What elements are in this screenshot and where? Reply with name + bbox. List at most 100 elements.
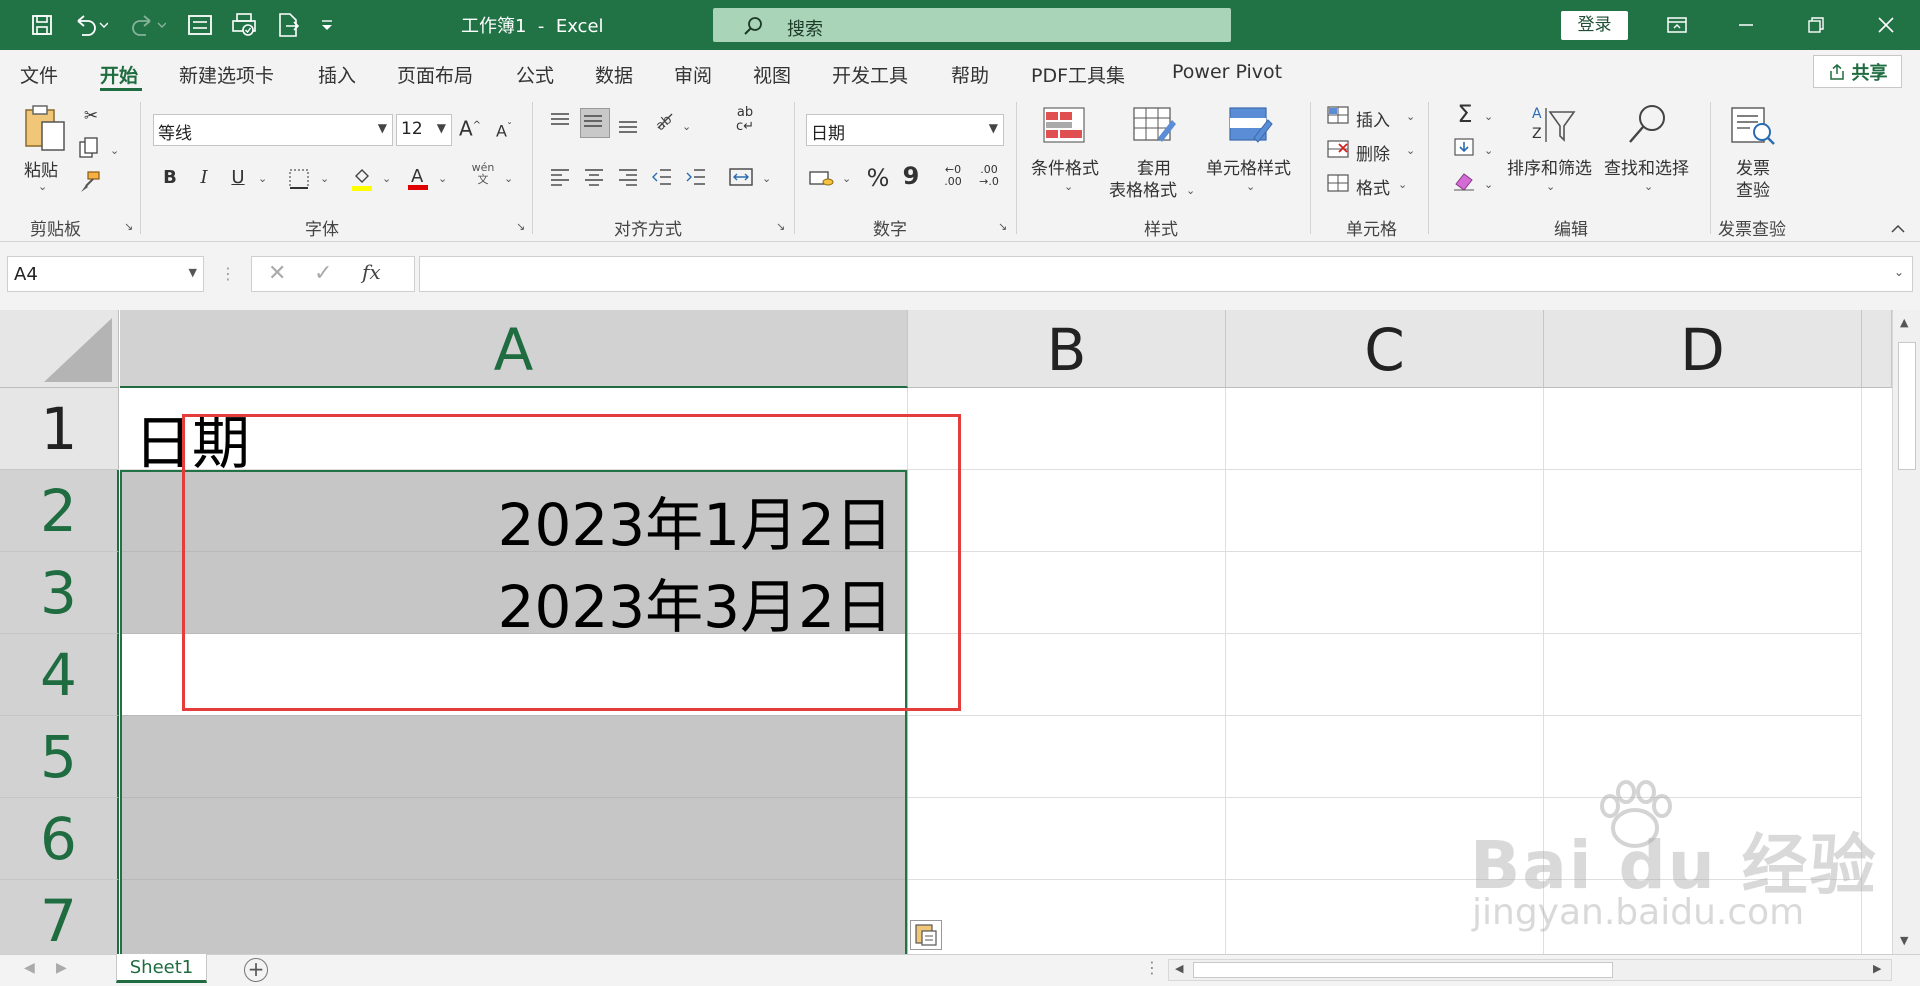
- cond-format-dropdown-icon[interactable]: ⌄: [1064, 180, 1073, 193]
- find-select-label[interactable]: 查找和选择: [1604, 154, 1689, 179]
- number-launcher-icon[interactable]: ↘: [998, 220, 1007, 233]
- align-middle-icon[interactable]: [580, 108, 610, 138]
- confirm-entry-icon[interactable]: ✓: [314, 261, 332, 286]
- tab-view[interactable]: 视图: [753, 61, 791, 88]
- sheet-tab-sheet1[interactable]: Sheet1: [116, 954, 207, 983]
- conditional-formatting-label[interactable]: 条件格式: [1031, 154, 1099, 179]
- sort-filter-dropdown-icon[interactable]: ⌄: [1546, 180, 1555, 193]
- phonetic-dropdown-icon[interactable]: ⌄: [504, 172, 513, 185]
- add-sheet-icon[interactable]: +: [244, 958, 268, 982]
- share-button[interactable]: 共享: [1813, 55, 1902, 88]
- fill-color-icon[interactable]: [350, 166, 376, 192]
- fill-icon[interactable]: [1452, 136, 1478, 158]
- cell-d3[interactable]: [1544, 552, 1862, 634]
- number-format-combo[interactable]: 日期 ▼: [806, 114, 1004, 146]
- accounting-dropdown-icon[interactable]: ⌄: [842, 172, 851, 185]
- tab-insert[interactable]: 插入: [318, 61, 356, 88]
- cell-b4[interactable]: [908, 634, 1226, 716]
- ribbon-display-options-icon[interactable]: [1647, 0, 1707, 50]
- cancel-entry-icon[interactable]: ✕: [268, 261, 286, 286]
- print-preview-icon[interactable]: [228, 10, 260, 40]
- align-center-icon[interactable]: [582, 166, 608, 188]
- column-header-b[interactable]: B: [908, 310, 1226, 388]
- cell-c2[interactable]: [1226, 470, 1544, 552]
- align-right-icon[interactable]: [616, 166, 642, 188]
- insert-cells-icon[interactable]: [1326, 104, 1352, 126]
- paste-dropdown-icon[interactable]: ⌄: [38, 180, 47, 193]
- cell-d2[interactable]: [1544, 470, 1862, 552]
- borders-dropdown-icon[interactable]: ⌄: [320, 172, 329, 185]
- tab-pdf-tools[interactable]: PDF工具集: [1031, 61, 1125, 88]
- cell-d6[interactable]: [1544, 798, 1862, 880]
- alignment-launcher-icon[interactable]: ↘: [776, 220, 785, 233]
- increase-decimal-icon[interactable]: ←0.00: [938, 164, 968, 188]
- accounting-format-icon[interactable]: [808, 166, 836, 188]
- scroll-left-icon[interactable]: ◀: [1175, 962, 1183, 975]
- tab-developer[interactable]: 开发工具: [832, 61, 908, 88]
- cell-a1[interactable]: 日期: [120, 388, 908, 470]
- scroll-up-icon[interactable]: ▲: [1900, 316, 1908, 329]
- find-select-dropdown-icon[interactable]: ⌄: [1644, 180, 1653, 193]
- tab-home[interactable]: 开始: [100, 61, 138, 88]
- format-dropdown-icon[interactable]: ⌄: [1398, 178, 1407, 191]
- cell-a5[interactable]: [120, 716, 908, 798]
- increase-indent-icon[interactable]: [684, 166, 710, 188]
- orientation-icon[interactable]: ab: [652, 108, 678, 132]
- tab-review[interactable]: 审阅: [674, 61, 712, 88]
- minimize-icon[interactable]: [1716, 0, 1776, 50]
- login-button[interactable]: 登录: [1561, 11, 1628, 40]
- format-as-table-icon[interactable]: [1132, 106, 1178, 144]
- vertical-scroll-thumb[interactable]: [1898, 342, 1916, 470]
- font-color-icon[interactable]: A: [406, 164, 432, 192]
- bold-button[interactable]: B: [158, 166, 182, 190]
- horizontal-scrollbar[interactable]: ◀ ▶: [1168, 959, 1892, 981]
- borders-icon[interactable]: [288, 168, 312, 190]
- orientation-dropdown-icon[interactable]: ⌄: [682, 120, 691, 133]
- row-header-3[interactable]: 3: [0, 552, 119, 634]
- tab-power-pivot[interactable]: Power Pivot: [1172, 61, 1282, 83]
- cell-d7[interactable]: [1544, 880, 1862, 954]
- name-box[interactable]: A4 ▼: [7, 256, 204, 292]
- sort-filter-label[interactable]: 排序和筛选: [1507, 154, 1592, 179]
- increase-font-size-icon[interactable]: A^: [456, 114, 484, 141]
- table-format-dropdown-icon[interactable]: ⌄: [1186, 184, 1195, 197]
- cell-a7[interactable]: [120, 880, 908, 954]
- align-top-icon[interactable]: [548, 110, 574, 134]
- cell-b3[interactable]: [908, 552, 1226, 634]
- underline-dropdown-icon[interactable]: ⌄: [258, 172, 267, 185]
- tab-help[interactable]: 帮助: [951, 61, 989, 88]
- copy-icon[interactable]: [78, 136, 108, 160]
- font-launcher-icon[interactable]: ↘: [516, 220, 525, 233]
- cell-c6[interactable]: [1226, 798, 1544, 880]
- cut-icon[interactable]: ✂: [78, 104, 104, 128]
- sort-filter-icon[interactable]: AZ: [1528, 102, 1576, 146]
- next-sheet-icon[interactable]: ▶: [56, 960, 67, 976]
- horizontal-scroll-thumb[interactable]: [1193, 962, 1613, 978]
- font-size-combo[interactable]: 12 ▼: [396, 114, 452, 146]
- wrap-text-icon[interactable]: ab c↵: [730, 106, 760, 134]
- percent-style-button[interactable]: %: [864, 166, 892, 190]
- select-all-button[interactable]: [0, 310, 119, 388]
- underline-button[interactable]: U: [226, 166, 250, 190]
- insert-dropdown-icon[interactable]: ⌄: [1406, 110, 1415, 123]
- cell-a4[interactable]: [120, 634, 908, 716]
- cell-c4[interactable]: [1226, 634, 1544, 716]
- save-icon[interactable]: [26, 10, 58, 40]
- italic-button[interactable]: I: [192, 166, 216, 190]
- paste-options-icon[interactable]: [910, 920, 942, 950]
- fill-dropdown-icon[interactable]: ⌄: [1484, 144, 1493, 157]
- copy-dropdown-icon[interactable]: ⌄: [110, 144, 119, 157]
- clear-dropdown-icon[interactable]: ⌄: [1484, 178, 1493, 191]
- tab-data[interactable]: 数据: [595, 61, 633, 88]
- conditional-formatting-icon[interactable]: [1042, 106, 1086, 144]
- search-box[interactable]: 搜索: [713, 8, 1231, 42]
- format-painter-icon[interactable]: [78, 170, 104, 194]
- expand-formula-bar-icon[interactable]: ⌄: [1894, 265, 1904, 279]
- scroll-right-icon[interactable]: ▶: [1873, 962, 1881, 975]
- scroll-down-icon[interactable]: ▼: [1900, 934, 1908, 947]
- clipboard-launcher-icon[interactable]: ↘: [124, 220, 133, 233]
- format-cells-icon[interactable]: [1326, 172, 1352, 194]
- format-as-table-label-2[interactable]: 表格格式: [1109, 176, 1177, 201]
- cell-b6[interactable]: [908, 798, 1226, 880]
- redo-icon[interactable]: [128, 10, 168, 40]
